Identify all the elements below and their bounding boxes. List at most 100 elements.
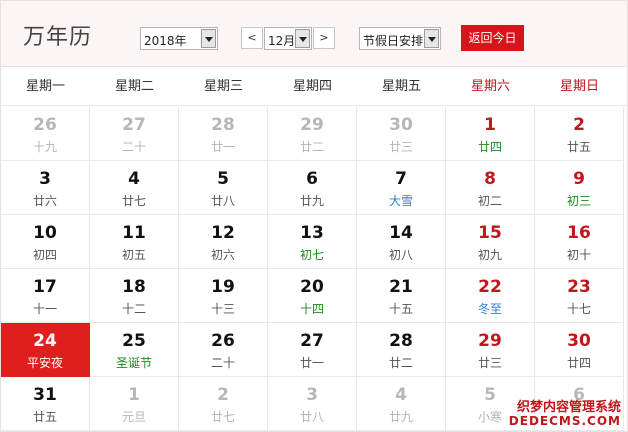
day-number: 27 [300, 331, 324, 351]
day-cell[interactable]: 29 廿二 [268, 107, 357, 161]
day-number: 23 [567, 277, 591, 297]
day-cell[interactable]: 26 十九 [1, 107, 90, 161]
lunar-date: 十一 [32, 302, 57, 316]
weekday-label: 星期五 [381, 79, 421, 94]
lunar-date: 初五 [121, 248, 146, 262]
lunar-date: 二十 [121, 140, 146, 154]
prev-month-button[interactable]: < [241, 27, 263, 49]
day-number: 22 [478, 277, 502, 297]
day-cell-today[interactable]: 24 平安夜 [1, 323, 90, 377]
day-cell[interactable]: 4 廿九 [357, 377, 446, 431]
day-cell[interactable]: 17 十一 [1, 269, 90, 323]
day-number: 6 [306, 169, 318, 189]
day-number: 26 [33, 115, 57, 135]
watermark-line1: 织梦内容管理系统 [516, 399, 621, 415]
day-cell[interactable]: 12 初六 [179, 215, 268, 269]
day-cell[interactable]: 20 十四 [268, 269, 357, 323]
day-number: 20 [300, 277, 324, 297]
day-number: 3 [306, 385, 318, 405]
year-select-value: 2018年 [144, 34, 187, 48]
day-number: 29 [300, 115, 324, 135]
next-month-button[interactable]: > [313, 27, 335, 49]
lunar-date: 元旦 [121, 410, 146, 424]
lunar-date: 初十 [566, 248, 591, 262]
day-cell[interactable]: 14 初八 [357, 215, 446, 269]
day-cell[interactable]: 13 初七 [268, 215, 357, 269]
calendar-header: 万年历 2018年 < 12月 > 节假日安排 返回今日 [1, 1, 627, 67]
day-cell[interactable]: 2 廿七 [179, 377, 268, 431]
day-cell[interactable]: 5 廿八 [179, 161, 268, 215]
lunar-date: 廿六 [32, 194, 57, 208]
lunar-date: 廿七 [210, 410, 235, 424]
day-number: 3 [39, 169, 51, 189]
lunar-date: 廿三 [477, 356, 502, 370]
day-number: 11 [122, 223, 146, 243]
day-cell[interactable]: 26 二十 [179, 323, 268, 377]
day-cell[interactable]: 21 十五 [357, 269, 446, 323]
day-cell[interactable]: 19 十三 [179, 269, 268, 323]
day-number: 18 [122, 277, 146, 297]
watermark-line2: DEDECMS.COM [508, 413, 621, 428]
weekday-label: 星期日 [559, 79, 599, 94]
lunar-date: 廿九 [388, 410, 413, 424]
day-cell[interactable]: 11 初五 [90, 215, 179, 269]
lunar-date: 十九 [32, 140, 57, 154]
day-cell[interactable]: 28 廿二 [357, 323, 446, 377]
day-number: 19 [211, 277, 235, 297]
day-cell[interactable]: 27 二十 [90, 107, 179, 161]
day-cell[interactable]: 6 廿九 [268, 161, 357, 215]
month-select[interactable]: 12月 [264, 27, 312, 50]
year-select[interactable]: 2018年 [140, 27, 218, 50]
day-number: 28 [389, 331, 413, 351]
day-cell[interactable]: 3 廿八 [268, 377, 357, 431]
day-cell[interactable]: 9 初三 [535, 161, 624, 215]
calendar-widget: 万年历 2018年 < 12月 > 节假日安排 返回今日 星期一 星期二 星期三 星期… [0, 0, 628, 432]
day-number: 14 [389, 223, 413, 243]
back-to-today-button[interactable]: 返回今日 [461, 25, 524, 51]
day-cell[interactable]: 1 廿四 [446, 107, 535, 161]
day-cell[interactable]: 31 廿五 [1, 377, 90, 431]
day-cell[interactable]: 18 十二 [90, 269, 179, 323]
lunar-date: 廿八 [210, 194, 235, 208]
weekday-label: 星期一 [25, 79, 65, 94]
day-cell[interactable]: 28 廿一 [179, 107, 268, 161]
day-cell[interactable]: 23 十七 [535, 269, 624, 323]
day-number: 10 [33, 223, 57, 243]
weekday-label: 星期四 [292, 79, 332, 94]
month-select-value: 12月 [268, 34, 296, 48]
day-cell[interactable]: 10 初四 [1, 215, 90, 269]
day-number: 9 [573, 169, 585, 189]
calendar-grid: 26 十九 27 二十 28 廿一 29 廿二 30 廿三 1 廿四 2 廿五 3 廿六 4 廿七 5 廿八 6 廿九 7 大… [1, 107, 627, 431]
day-cell[interactable]: 22 冬至 [446, 269, 535, 323]
chevron-down-icon[interactable] [201, 29, 216, 48]
chevron-down-icon[interactable] [295, 29, 310, 48]
holiday-select[interactable]: 节假日安排 [359, 27, 441, 50]
weekday-label: 星期三 [203, 79, 243, 94]
day-cell[interactable]: 25 圣诞节 [90, 323, 179, 377]
day-number: 25 [122, 331, 146, 351]
day-cell[interactable]: 7 大雪 [357, 161, 446, 215]
day-cell[interactable]: 30 廿四 [535, 323, 624, 377]
day-number: 4 [128, 169, 140, 189]
lunar-date: 初二 [477, 194, 502, 208]
day-cell[interactable]: 3 廿六 [1, 161, 90, 215]
lunar-date: 二十 [210, 356, 235, 370]
day-cell[interactable]: 27 廿一 [268, 323, 357, 377]
day-cell[interactable]: 1 元旦 [90, 377, 179, 431]
chevron-down-icon[interactable] [424, 29, 439, 48]
lunar-date: 廿五 [566, 140, 591, 154]
day-cell[interactable]: 2 廿五 [535, 107, 624, 161]
day-cell[interactable]: 16 初十 [535, 215, 624, 269]
day-number: 24 [33, 331, 57, 351]
day-number: 15 [478, 223, 502, 243]
day-cell[interactable]: 30 廿三 [357, 107, 446, 161]
watermark: 织梦内容管理系统 DEDECMS.COM [508, 399, 621, 428]
lunar-date: 初九 [477, 248, 502, 262]
weekday-label: 星期二 [114, 79, 154, 94]
lunar-date: 十三 [210, 302, 235, 316]
day-cell[interactable]: 8 初二 [446, 161, 535, 215]
day-cell[interactable]: 4 廿七 [90, 161, 179, 215]
lunar-date: 圣诞节 [115, 356, 152, 370]
day-cell[interactable]: 15 初九 [446, 215, 535, 269]
day-cell[interactable]: 29 廿三 [446, 323, 535, 377]
